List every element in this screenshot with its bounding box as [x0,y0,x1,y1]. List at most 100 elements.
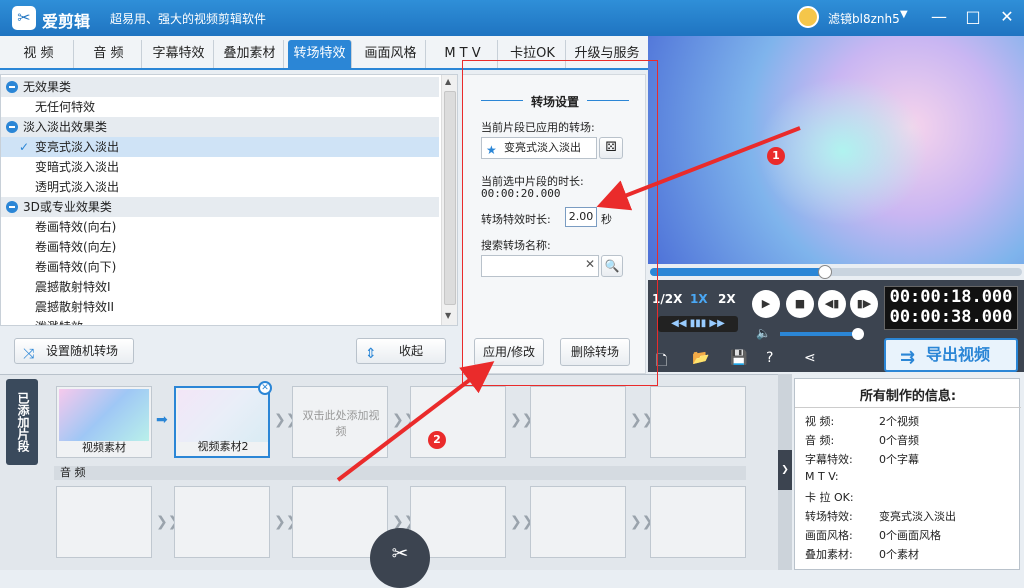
open-folder-icon[interactable]: 📂 [692,350,709,366]
audio-slot[interactable] [174,486,270,558]
timecode-display: 00:00:18.000 00:00:38.000 [884,286,1018,330]
added-clips-label: 已添加片段 [6,379,38,465]
export-video-button[interactable]: ⇉ 导出视频 [884,338,1018,372]
list-item[interactable]: 无任何特效 [1,97,439,117]
play-icon[interactable]: ▶ [752,290,780,318]
info-row: 画面风格: 0个画面风格 [805,529,941,542]
video-preview[interactable] [648,36,1024,264]
list-scrollbar[interactable]: ▲ ▼ [441,75,457,325]
collapse-button[interactable]: ⇕ 收起 [356,338,446,364]
list-item[interactable]: 卷画特效(向右) [1,217,439,237]
app-logo-icon: ✂ [12,6,36,30]
category-header[interactable]: 3D或专业效果类 [1,197,439,217]
tab-overlay[interactable]: 叠加素材 [216,40,284,68]
scroll-up-icon[interactable]: ▲ [445,77,451,86]
audio-track-label: 音 频 [54,466,746,480]
save-icon[interactable]: 💾 [730,350,747,366]
audio-slot[interactable] [650,486,746,558]
expand-panel-icon[interactable]: ❯ [778,450,792,490]
current-time: 00:00:18.000 [889,287,1013,307]
list-item[interactable]: 卷画特效(向左) [1,237,439,257]
info-title: 所有制作的信息: [859,389,957,404]
tab-style[interactable]: 画面风格 [356,40,426,68]
speed-double[interactable]: 2X [718,292,736,306]
tab-audio[interactable]: 音 频 [76,40,142,68]
clip-image [178,390,268,442]
empty-slot[interactable] [410,386,506,458]
checkmark-icon: ✓ [19,140,30,154]
collapse-icon[interactable] [6,201,18,213]
info-row: 视 频: 2个视频 [805,415,919,428]
list-item[interactable]: 震撼散射特效I [1,277,439,297]
share-icon[interactable]: ⋖ [804,350,816,366]
stop-icon[interactable]: ■ [786,290,814,318]
list-item[interactable]: 泼溅特效 [1,317,439,325]
clip-thumbnail-selected[interactable]: 视频素材2 [174,386,270,458]
close-icon[interactable]: ✕ [996,6,1018,28]
project-info-panel: 所有制作的信息: 视 频: 2个视频 音 频: 0个音频 字幕特效: 0个字幕 M T… [794,378,1021,570]
annotation-badge: 2 [428,431,446,449]
audio-slot[interactable] [530,486,626,558]
project-toolbar: 🗋 📂 💾 ? ⋖ [648,344,880,372]
empty-slot[interactable] [650,386,746,458]
speed-normal[interactable]: 1X [690,292,708,306]
seek-progress [650,268,825,276]
clip-label: 视频素材2 [197,440,249,453]
prev-frame-icon[interactable]: ◀▮ [818,290,846,318]
add-video-hint: 双击此处添加视频 [302,409,380,438]
volume-slider[interactable] [780,332,860,336]
seek-handle[interactable] [818,265,832,279]
add-video-slot[interactable]: 双击此处添加视频 [292,386,388,458]
total-time: 00:00:38.000 [889,307,1013,327]
list-item[interactable]: 卷画特效(向下) [1,257,439,277]
export-icon: ⇉ [900,347,916,368]
clip-label: 视频素材 [82,441,126,454]
info-row: 音 频: 0个音频 [805,434,919,447]
next-frame-icon[interactable]: ▮▶ [850,290,878,318]
app-slogan: 超易用、强大的视频剪辑软件 [110,12,267,26]
audio-slot[interactable] [56,486,152,558]
annotation-badge: 1 [767,147,785,165]
annotation-highlight-box [462,60,658,386]
help-icon[interactable]: ? [766,350,773,366]
info-row: 转场特效: 变亮式淡入淡出 [805,510,956,523]
list-item[interactable]: 震撼散射特效II [1,297,439,317]
random-transition-button[interactable]: ⤨ 设置随机转场 [14,338,134,364]
category-header[interactable]: 淡入淡出效果类 [1,117,439,137]
info-row: 卡 拉 OK: [805,491,854,504]
category-header[interactable]: 无效果类 [1,77,439,97]
tab-transition[interactable]: 转场特效 [288,40,352,68]
tab-subtitle[interactable]: 字幕特效 [144,40,214,68]
avatar[interactable] [797,6,819,28]
maximize-icon[interactable]: □ [962,6,984,28]
remove-clip-icon[interactable]: ✕ [258,381,272,395]
jog-wheel[interactable]: ◀◀ ▮▮▮ ▶▶ [658,316,738,332]
scroll-down-icon[interactable]: ▼ [445,311,451,320]
transition-effect-list: 无效果类 无任何特效 淡入淡出效果类 ✓ 变亮式淡入淡出 变暗式淡入淡出 透明式淡… [0,74,458,326]
scissors-icon[interactable]: ✂ [370,528,430,588]
volume-icon[interactable]: 🔈 [756,326,771,340]
scroll-thumb[interactable] [444,91,456,305]
list-item-selected[interactable]: ✓ 变亮式淡入淡出 [1,137,439,157]
collapse-icon[interactable] [6,81,18,93]
list-item[interactable]: 透明式淡入淡出 [1,177,439,197]
list-item[interactable]: 变暗式淡入淡出 [1,157,439,177]
divider [795,407,1021,408]
minimize-icon[interactable]: — [928,6,950,28]
app-name: 爱剪辑 [42,12,91,31]
info-row: 叠加素材: 0个素材 [805,548,919,561]
clip-image [59,389,149,441]
transition-arrow-icon[interactable]: ➡ [156,412,168,428]
collapse-arrows-icon: ⇕ [365,346,377,362]
volume-handle[interactable] [852,328,864,340]
chevron-down-icon[interactable]: ▼ [900,9,908,20]
seek-bar[interactable] [650,268,1022,276]
clip-thumbnail[interactable]: 视频素材 [56,386,152,458]
tab-video[interactable]: 视 频 [4,40,74,68]
title-bar: ✂ 爱剪辑 超易用、强大的视频剪辑软件 滤镜bl8znh5 ▼ — □ ✕ [0,0,1024,36]
empty-slot[interactable] [530,386,626,458]
shuffle-icon: ⤨ [23,346,35,362]
user-name[interactable]: 滤镜bl8znh5 [828,10,900,27]
collapse-icon[interactable] [6,121,18,133]
info-row: M T V: [805,470,839,483]
